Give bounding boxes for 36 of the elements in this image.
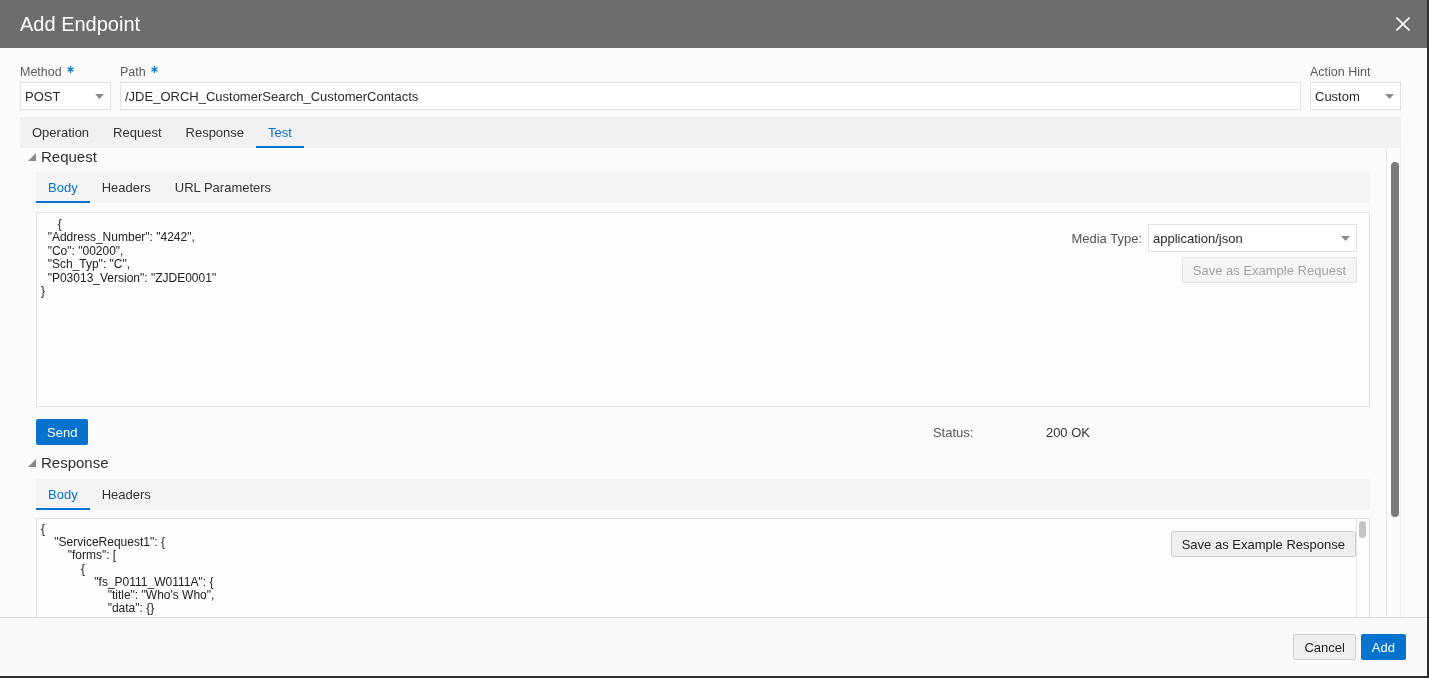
field-label: Media Type:	[1071, 230, 1142, 246]
code-editor[interactable]: { "ServiceRequest1": { "forms": [ { "fs_P0111_W0111A": { "title": "Who's Who", "data": {} Save as Example Response	[36, 518, 1370, 617]
tab[interactable]: Response	[173, 117, 257, 148]
select-field[interactable]: POST	[20, 82, 111, 110]
close-button[interactable]	[1396, 17, 1410, 31]
section-toggle[interactable]: Request	[28, 148, 97, 165]
select-field[interactable]: Custom	[1310, 82, 1401, 110]
field-label: Path	[120, 64, 146, 80]
status-value: 200 OK	[1045, 424, 1090, 440]
dialog-title: Add Endpoint	[20, 12, 141, 36]
field-label: Method	[20, 64, 62, 80]
tab[interactable]: URL Parameters	[162, 172, 284, 203]
secondary-button[interactable]: Cancel	[1293, 634, 1356, 660]
close-icon	[1396, 17, 1410, 31]
field-label: Action Hint	[1310, 64, 1371, 80]
tab[interactable]: Request	[101, 117, 174, 148]
tab[interactable]: Headers	[89, 479, 163, 510]
tab[interactable]: Test	[256, 117, 304, 148]
caret-icon	[1385, 93, 1394, 99]
media-type-select[interactable]: application/json	[1148, 224, 1357, 252]
section-toggle[interactable]: Response	[28, 454, 109, 471]
save-example-button[interactable]: Save as Example Response	[1170, 531, 1356, 557]
status-label: Status:	[932, 424, 975, 440]
scrollbar-thumb[interactable]	[1391, 162, 1399, 517]
tab[interactable]: Operation	[20, 117, 102, 148]
primary-button[interactable]: Add	[1360, 634, 1406, 660]
tab[interactable]: Body	[36, 172, 90, 203]
send-button[interactable]: Send	[36, 419, 89, 445]
caret-icon	[95, 93, 104, 99]
tab[interactable]: Body	[36, 479, 90, 510]
code-text: { "ServiceRequest1": { "forms": [ { "fs_P0111_W0111A": { "title": "Who's Who", "data": {}	[40, 521, 216, 616]
caret-icon	[1341, 235, 1350, 241]
text-field[interactable]: /JDE_ORCH_CustomerSearch_CustomerContacts	[120, 82, 1301, 110]
tab[interactable]: Headers	[89, 172, 163, 203]
code-text: { "Address_Number": "4242", "Co": "00200", "Sch_Typ": "C", "P03013_Version": "ZJDE0001" }	[40, 216, 218, 299]
scrollbar-thumb[interactable]	[1359, 521, 1366, 538]
